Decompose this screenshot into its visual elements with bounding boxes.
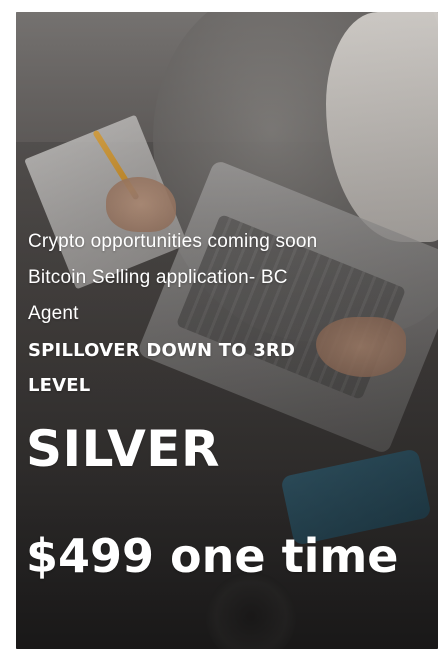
tier-title: SILVER	[26, 420, 220, 478]
price-text: $499 one time	[26, 529, 399, 583]
agent-line: Agent	[28, 303, 79, 324]
bitcoin-line: Bitcoin Selling application- BC	[28, 267, 288, 288]
crypto-line: Crypto opportunities coming soon	[28, 231, 318, 252]
page-frame: Crypto opportunities coming soon Bitcoin…	[0, 0, 444, 653]
level-line: LEVEL	[28, 375, 91, 396]
promo-poster: Crypto opportunities coming soon Bitcoin…	[16, 12, 438, 649]
spillover-line: SPILLOVER DOWN TO 3RD	[28, 340, 296, 361]
